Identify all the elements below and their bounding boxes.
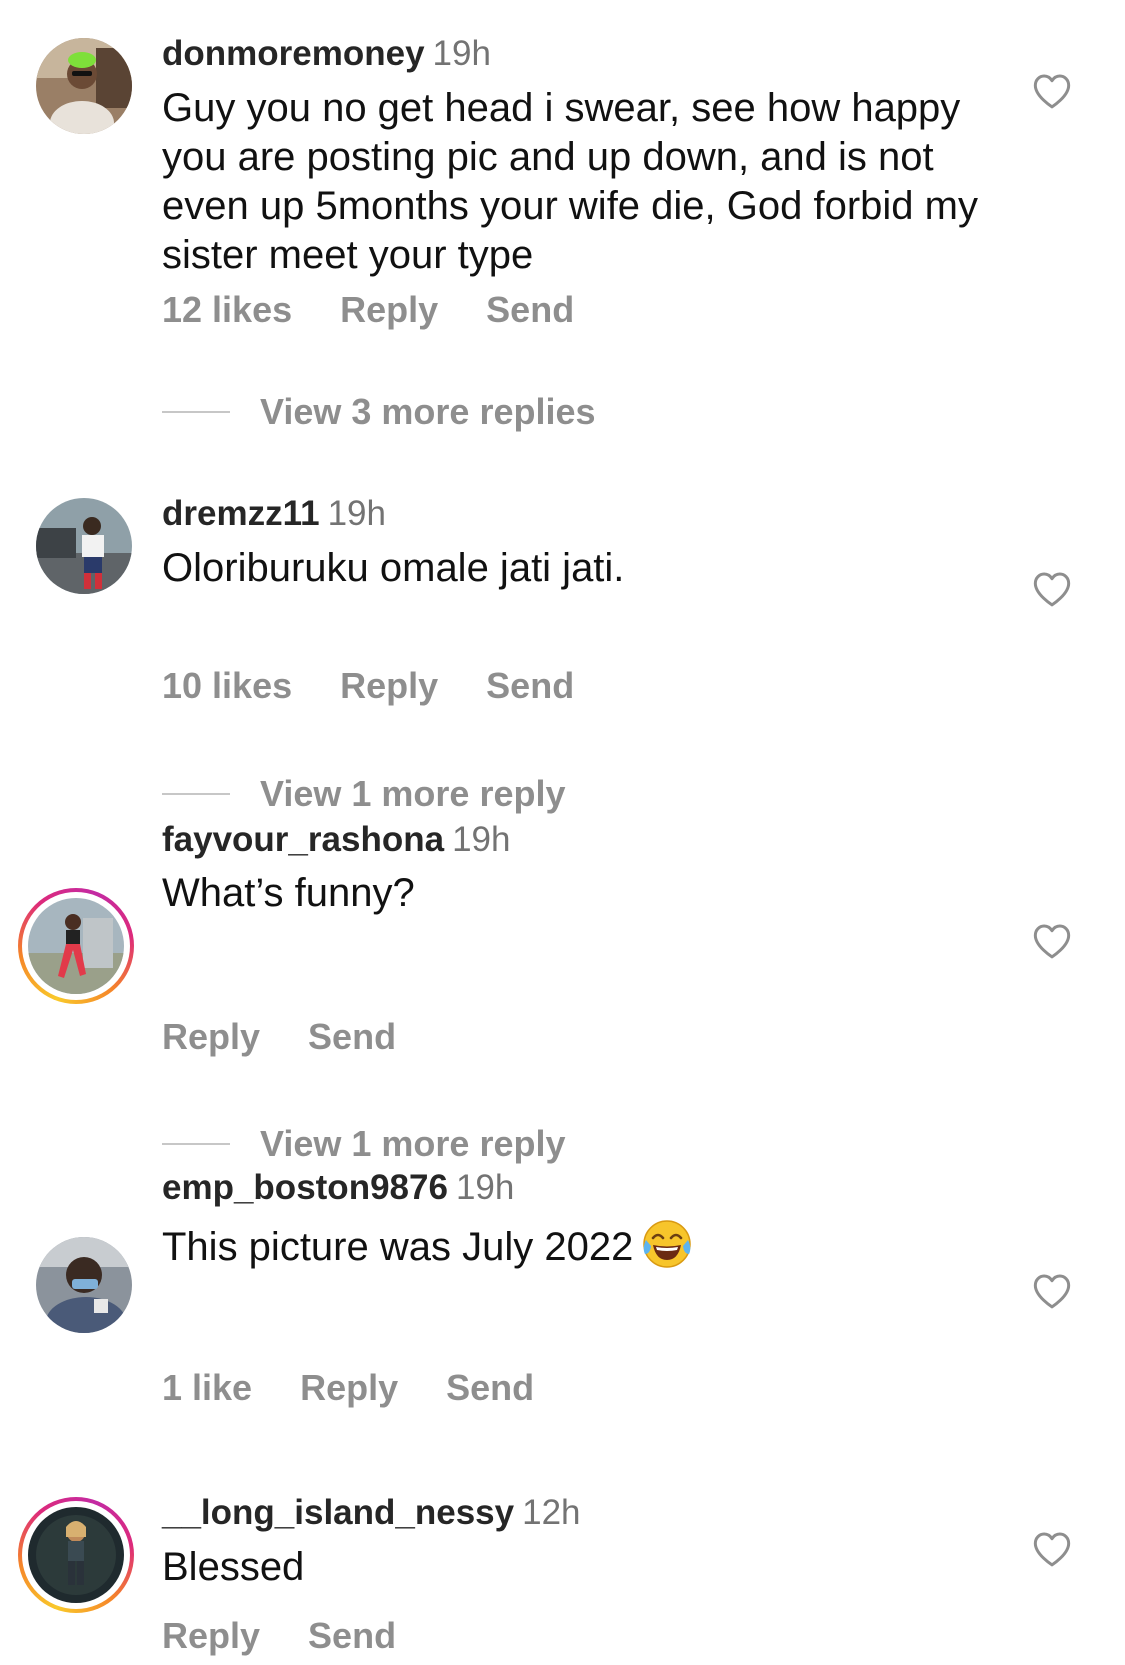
likes-count[interactable]: 12 likes [162, 289, 292, 330]
avatar-photo [36, 38, 132, 134]
reply-button[interactable]: Reply [162, 1615, 260, 1656]
avatar[interactable] [36, 38, 134, 136]
avatar[interactable] [18, 888, 134, 1004]
send-button[interactable]: Send [308, 1016, 396, 1057]
timestamp: 19h [455, 1168, 515, 1207]
comment-text: Guy you no get head i swear, see how hap… [162, 86, 978, 277]
avatar-photo [36, 498, 132, 594]
view-replies-button[interactable]: View 1 more reply [162, 1122, 566, 1166]
comment-text: Blessed [162, 1545, 305, 1589]
heart-outline-icon[interactable] [1032, 72, 1072, 110]
comment-header: emp_boston9876 19h [162, 1166, 514, 1210]
comment-text: Oloriburuku omale jati jati. [162, 546, 625, 590]
avatar-photo [28, 1507, 124, 1603]
comment-text: This picture was July 2022 [162, 1218, 982, 1272]
reply-button[interactable]: Reply [340, 665, 438, 706]
avatar-photo [28, 898, 124, 994]
heart-outline-icon[interactable] [1032, 1530, 1072, 1568]
comment-header: donmoremoney 19h [162, 32, 491, 76]
heart-outline-icon[interactable] [1032, 570, 1072, 608]
comment-header: dremzz11 19h [162, 492, 386, 536]
heart-outline-icon[interactable] [1032, 1272, 1072, 1310]
heart-outline-icon[interactable] [1032, 922, 1072, 960]
likes-count[interactable]: 10 likes [162, 665, 292, 706]
reply-button[interactable]: Reply [162, 1016, 260, 1057]
comment-actions: 10 likes Reply Send [162, 664, 622, 708]
view-replies-label: View 3 more replies [260, 391, 596, 432]
comment-header: __long_island_nessy 12h [162, 1491, 581, 1535]
send-button[interactable]: Send [486, 289, 574, 330]
view-replies-label: View 1 more reply [260, 773, 566, 814]
avatar[interactable] [36, 1237, 134, 1335]
username[interactable]: dremzz11 [162, 494, 320, 533]
send-button[interactable]: Send [446, 1367, 534, 1408]
timestamp: 19h [452, 820, 511, 859]
comment-actions: 12 likes Reply Send [162, 288, 622, 332]
reply-button[interactable]: Reply [340, 289, 438, 330]
send-button[interactable]: Send [308, 1615, 396, 1656]
comment-header: fayvour_rashona 19h [162, 818, 510, 862]
timestamp: 12h [522, 1493, 581, 1532]
view-replies-label: View 1 more reply [260, 1123, 566, 1164]
username[interactable]: fayvour_rashona [162, 820, 444, 859]
divider-line [162, 793, 230, 795]
view-replies-button[interactable]: View 3 more replies [162, 390, 596, 434]
avatar[interactable] [18, 1497, 134, 1613]
view-replies-button[interactable]: View 1 more reply [162, 772, 566, 816]
reply-button[interactable]: Reply [300, 1367, 398, 1408]
username[interactable]: donmoremoney [162, 34, 425, 73]
send-button[interactable]: Send [486, 665, 574, 706]
username[interactable]: emp_boston9876 [162, 1168, 448, 1207]
timestamp: 19h [327, 494, 386, 533]
avatar[interactable] [36, 498, 134, 596]
comment-text: What’s funny? [162, 871, 415, 915]
comment-actions: Reply Send [162, 1015, 444, 1059]
username[interactable]: __long_island_nessy [162, 1493, 514, 1532]
comment-actions: Reply Send [162, 1614, 444, 1658]
avatar-photo [36, 1237, 132, 1333]
divider-line [162, 1143, 230, 1145]
likes-count[interactable]: 1 like [162, 1367, 252, 1408]
face-with-tears-of-joy-icon [643, 1220, 692, 1268]
divider-line [162, 411, 230, 413]
comment-actions: 1 like Reply Send [162, 1366, 582, 1410]
timestamp: 19h [432, 34, 491, 73]
comment-text-content: This picture was July 2022 [162, 1225, 634, 1269]
